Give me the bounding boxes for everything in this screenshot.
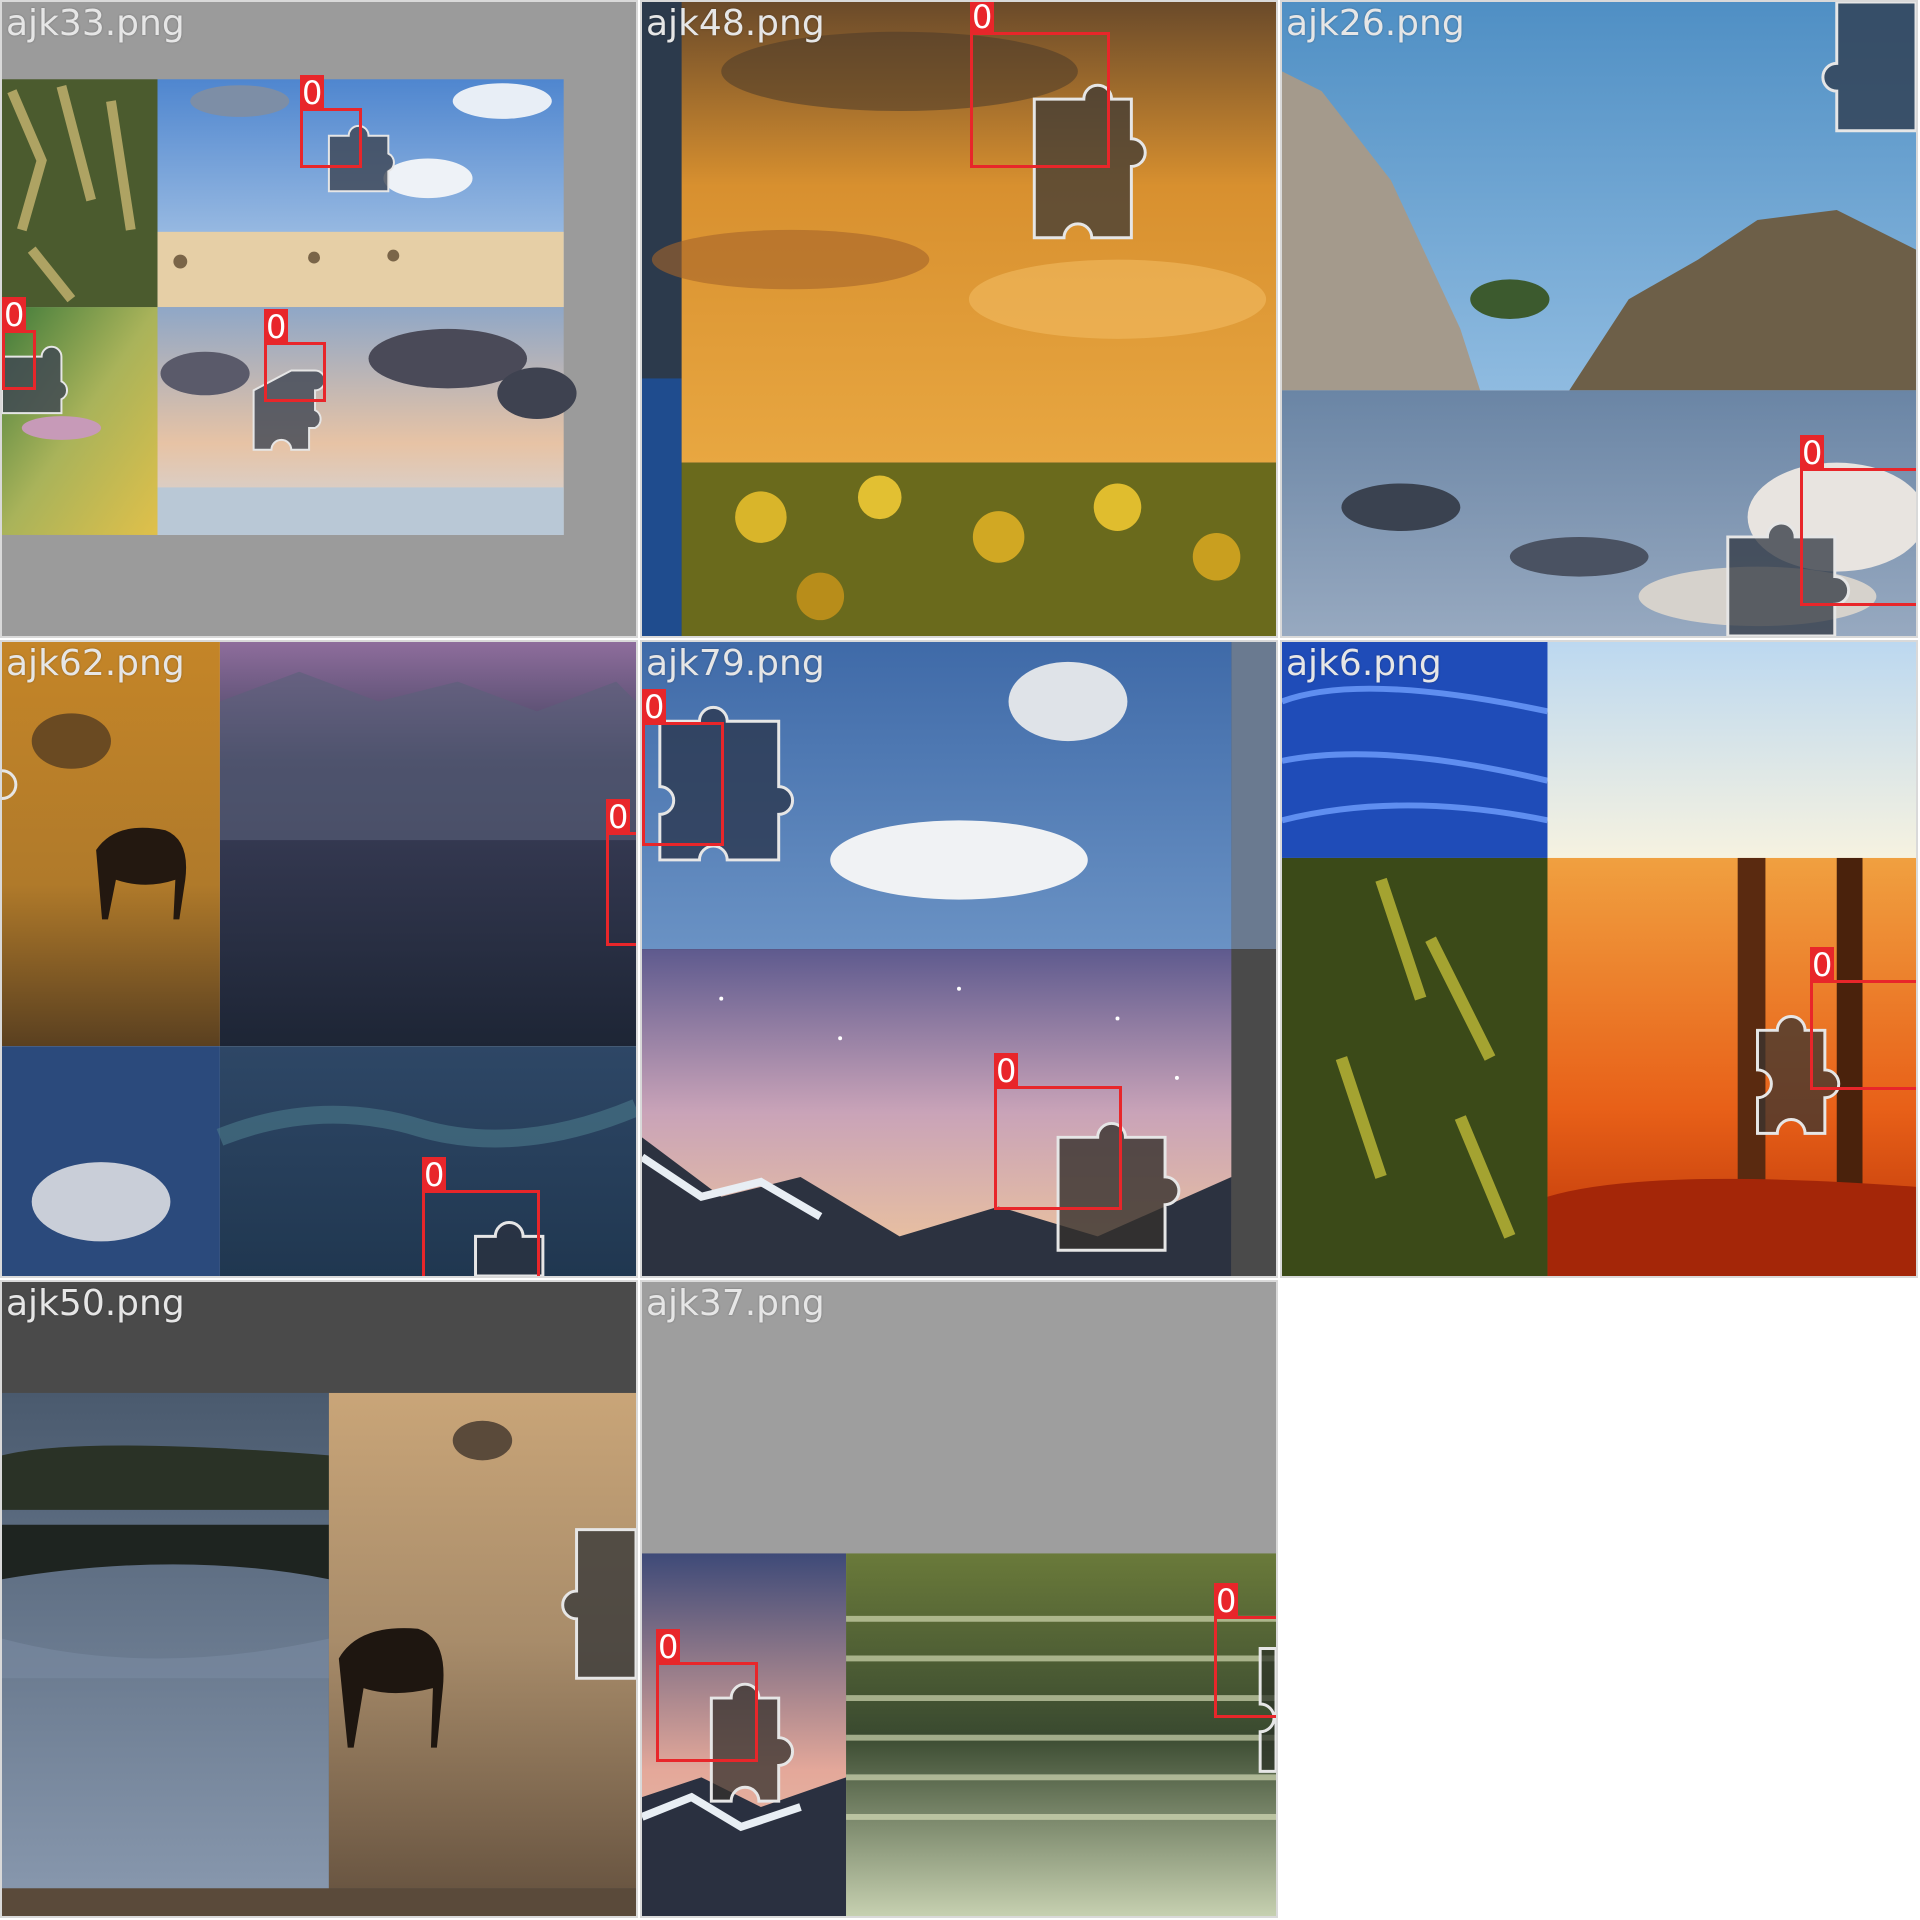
detection-box[interactable]: 0 (264, 309, 326, 402)
mosaic-image (2, 1282, 636, 1916)
tile-ajk26[interactable]: ajk26.png 0 (1280, 0, 1918, 638)
mosaic-image (642, 2, 1276, 636)
tile-filename: ajk37.png (646, 1283, 825, 1324)
detection-label: 0 (264, 308, 289, 346)
detection-box[interactable]: 0 (606, 799, 636, 946)
detection-label: 0 (606, 798, 631, 836)
detection-box[interactable]: 0 (1800, 435, 1916, 606)
detection-label: 0 (422, 1156, 447, 1194)
tile-ajk37[interactable]: ajk37.png 0 0 (640, 1280, 1278, 1918)
tile-filename: ajk79.png (646, 643, 825, 684)
tile-ajk50[interactable]: ajk50.png (0, 1280, 638, 1918)
mosaic-image (642, 642, 1276, 1276)
tile-ajk62[interactable]: ajk62.png 0 0 (0, 640, 638, 1278)
detection-box[interactable]: 0 (642, 689, 724, 846)
detection-label: 0 (994, 1052, 1019, 1090)
detection-label: 0 (2, 296, 27, 334)
tile-filename: ajk26.png (1286, 3, 1465, 44)
detection-label: 0 (300, 74, 325, 112)
tile-filename: ajk6.png (1286, 643, 1442, 684)
detection-label: 0 (1214, 1582, 1239, 1620)
detection-label: 0 (1810, 946, 1835, 984)
detection-label: 0 (970, 0, 995, 36)
tile-filename: ajk50.png (6, 1283, 185, 1324)
detection-label: 0 (642, 688, 667, 726)
detection-box[interactable]: 0 (1810, 947, 1916, 1090)
tile-ajk79[interactable]: ajk79.png 0 0 (640, 640, 1278, 1278)
tile-ajk33[interactable]: ajk33.png 0 0 0 (0, 0, 638, 638)
detection-box[interactable]: 0 (1214, 1583, 1276, 1718)
empty-grid-cell (1280, 1280, 1920, 1920)
puzzle-piece-icon (1821, 2, 1916, 133)
detection-label: 0 (656, 1628, 681, 1666)
detection-box[interactable]: 0 (970, 2, 1110, 168)
tile-filename: ajk62.png (6, 643, 185, 684)
tile-filename: ajk33.png (6, 3, 185, 44)
detection-label: 0 (1800, 434, 1825, 472)
detection-box[interactable]: 0 (656, 1629, 758, 1762)
tile-ajk48[interactable]: ajk48.png 0 (640, 0, 1278, 638)
detection-box[interactable]: 0 (422, 1157, 540, 1276)
detection-box[interactable]: 0 (2, 297, 36, 390)
detection-box[interactable]: 0 (300, 75, 362, 168)
tile-ajk6[interactable]: ajk6.png 0 (1280, 640, 1918, 1278)
detection-box[interactable]: 0 (994, 1053, 1122, 1210)
mosaic-image (2, 642, 636, 1276)
tile-filename: ajk48.png (646, 3, 825, 44)
mosaic-image (642, 1282, 1276, 1916)
